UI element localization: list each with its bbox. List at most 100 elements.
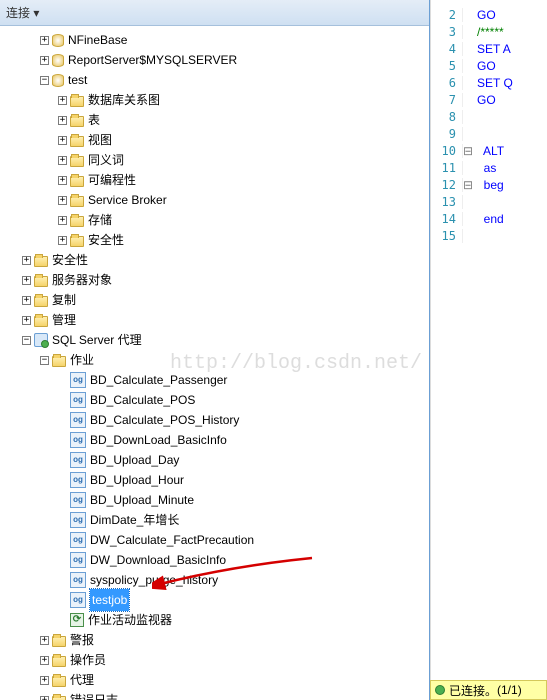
line-number: 2 xyxy=(431,8,463,22)
code-text: beg xyxy=(473,178,504,192)
jobs-node[interactable]: 作业 xyxy=(70,350,94,370)
code-line[interactable]: 6SET Q xyxy=(431,74,547,91)
tree-item[interactable]: 复制 xyxy=(52,290,76,310)
tree-item[interactable]: 错误日志 xyxy=(70,690,118,700)
folder-icon xyxy=(34,256,48,267)
job-icon: og xyxy=(70,492,86,508)
job-item[interactable]: DimDate_年增长 xyxy=(90,510,179,530)
folder-icon xyxy=(52,676,66,687)
folder-icon xyxy=(70,196,84,207)
tree-item[interactable]: 警报 xyxy=(70,630,94,650)
collapse-icon[interactable]: − xyxy=(40,356,49,365)
expand-icon[interactable]: + xyxy=(58,216,67,225)
code-line[interactable]: 10⊟ ALT xyxy=(431,142,547,159)
expand-icon[interactable]: + xyxy=(58,236,67,245)
expand-icon[interactable]: + xyxy=(58,176,67,185)
tree-item[interactable]: 服务器对象 xyxy=(52,270,112,290)
expand-icon[interactable]: + xyxy=(40,696,49,700)
code-text: ALT xyxy=(473,144,504,158)
code-line[interactable]: 2GO xyxy=(431,6,547,23)
sql-agent-node[interactable]: SQL Server 代理 xyxy=(52,330,142,350)
code-text: SET A xyxy=(473,42,511,56)
expand-icon[interactable]: + xyxy=(58,116,67,125)
code-line[interactable]: 13 xyxy=(431,193,547,210)
folder-icon xyxy=(70,236,84,247)
tree-item[interactable]: 安全性 xyxy=(88,230,124,250)
line-number: 10 xyxy=(431,144,463,158)
line-number: 14 xyxy=(431,212,463,226)
collapse-icon[interactable]: − xyxy=(22,336,31,345)
line-number: 13 xyxy=(431,195,463,209)
line-number: 4 xyxy=(431,42,463,56)
job-icon: og xyxy=(70,532,86,548)
code-line[interactable]: 5GO xyxy=(431,57,547,74)
expand-icon[interactable]: + xyxy=(40,676,49,685)
code-line[interactable]: 8 xyxy=(431,108,547,125)
expand-icon[interactable]: + xyxy=(22,296,31,305)
connect-dropdown[interactable]: 连接 ▾ xyxy=(6,4,39,21)
expand-icon[interactable]: + xyxy=(58,136,67,145)
database-icon xyxy=(52,54,64,67)
collapse-icon[interactable]: − xyxy=(40,76,49,85)
code-line[interactable]: 4 SET A xyxy=(431,40,547,57)
tree-item[interactable]: 管理 xyxy=(52,310,76,330)
job-item[interactable]: BD_Upload_Minute xyxy=(90,490,194,510)
line-number: 8 xyxy=(431,110,463,124)
job-item[interactable]: BD_Upload_Day xyxy=(90,450,179,470)
status-connected-text: 已连接。 xyxy=(449,682,497,699)
folder-icon xyxy=(70,156,84,167)
job-item[interactable]: DW_Download_BasicInfo xyxy=(90,550,226,570)
tree-item[interactable]: 同义词 xyxy=(88,150,124,170)
job-item[interactable]: DW_Calculate_FactPrecaution xyxy=(90,530,254,550)
expand-icon[interactable]: + xyxy=(22,256,31,265)
tree-item[interactable]: 表 xyxy=(88,110,100,130)
expand-icon[interactable]: + xyxy=(22,316,31,325)
tree-item[interactable]: Service Broker xyxy=(88,190,167,210)
tree-item[interactable]: 视图 xyxy=(88,130,112,150)
db-node[interactable]: ReportServer$MYSQLSERVER xyxy=(68,50,237,70)
expand-icon[interactable]: + xyxy=(40,56,49,65)
expand-icon[interactable]: + xyxy=(40,636,49,645)
tree-item[interactable]: 可编程性 xyxy=(88,170,136,190)
code-line[interactable]: 3/***** xyxy=(431,23,547,40)
job-item[interactable]: BD_DownLoad_BasicInfo xyxy=(90,430,227,450)
fold-icon[interactable]: ⊟ xyxy=(463,144,473,158)
code-line[interactable]: 14 end xyxy=(431,210,547,227)
folder-icon xyxy=(70,96,84,107)
expand-icon[interactable]: + xyxy=(40,656,49,665)
job-icon: og xyxy=(70,592,86,608)
job-item[interactable]: BD_Upload_Hour xyxy=(90,470,184,490)
job-icon: og xyxy=(70,412,86,428)
tree-item[interactable]: 操作员 xyxy=(70,650,106,670)
object-tree[interactable]: + NFineBase + ReportServer$MYSQLSERVER − te… xyxy=(0,26,429,700)
code-line[interactable]: 15 xyxy=(431,227,547,244)
tree-item[interactable]: 安全性 xyxy=(52,250,88,270)
expand-icon[interactable]: + xyxy=(58,96,67,105)
job-item[interactable]: BD_Calculate_Passenger xyxy=(90,370,227,390)
job-item[interactable]: syspolicy_purge_history xyxy=(90,570,218,590)
folder-icon xyxy=(34,296,48,307)
db-node[interactable]: test xyxy=(68,70,87,90)
tree-item[interactable]: 代理 xyxy=(70,670,94,690)
code-editor[interactable]: 2GO3/*****4SET A5GO6SET Q7GO8910⊟ ALT11 … xyxy=(431,0,547,244)
job-activity-monitor[interactable]: 作业活动监视器 xyxy=(88,610,172,630)
line-number: 15 xyxy=(431,229,463,243)
code-line[interactable]: 7GO xyxy=(431,91,547,108)
job-item[interactable]: BD_Calculate_POS_History xyxy=(90,410,239,430)
tree-item[interactable]: 存储 xyxy=(88,210,112,230)
code-line[interactable]: 12⊟ beg xyxy=(431,176,547,193)
code-text: GO xyxy=(473,59,496,73)
expand-icon[interactable]: + xyxy=(58,196,67,205)
database-icon xyxy=(52,34,64,47)
code-line[interactable]: 11 as xyxy=(431,159,547,176)
expand-icon[interactable]: + xyxy=(40,36,49,45)
db-node[interactable]: NFineBase xyxy=(68,30,127,50)
expand-icon[interactable]: + xyxy=(22,276,31,285)
fold-icon[interactable]: ⊟ xyxy=(463,178,473,192)
code-line[interactable]: 9 xyxy=(431,125,547,142)
job-item[interactable]: testjob xyxy=(90,589,129,611)
expand-icon[interactable]: + xyxy=(58,156,67,165)
tree-item[interactable]: 数据库关系图 xyxy=(88,90,160,110)
job-item[interactable]: BD_Calculate_POS xyxy=(90,390,195,410)
line-number: 12 xyxy=(431,178,463,192)
